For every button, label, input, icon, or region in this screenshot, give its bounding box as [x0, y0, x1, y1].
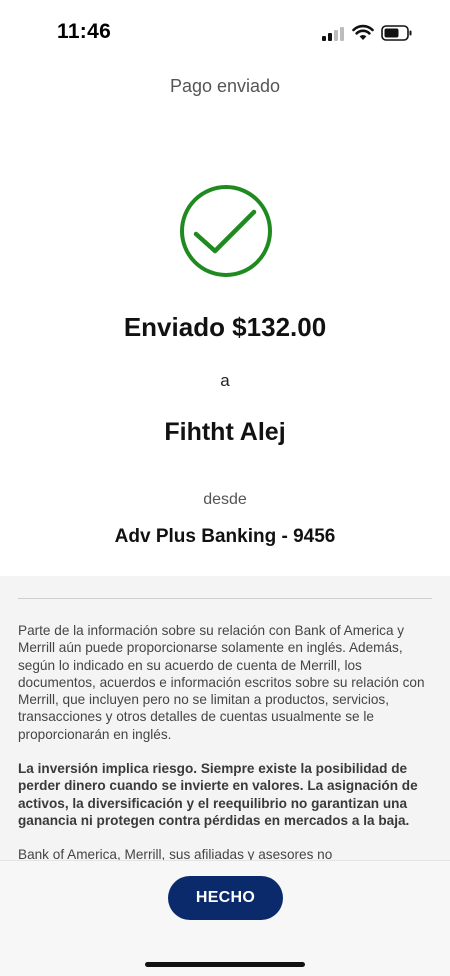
investment-risk-paragraph: La inversión implica riesgo. Siempre exi… — [18, 761, 418, 828]
disclosure-text: Parte de la información sobre su relació… — [18, 622, 434, 860]
disclosure-section[interactable]: Parte de la información sobre su relació… — [0, 576, 450, 860]
status-bar: 11:46 — [0, 0, 450, 62]
footer: HECHO — [0, 860, 450, 976]
done-button[interactable]: HECHO — [168, 876, 283, 920]
status-time: 11:46 — [57, 20, 112, 43]
divider — [18, 598, 432, 599]
recipient-name: Fihtht Alej — [164, 418, 286, 446]
from-label: desde — [203, 491, 247, 508]
battery-icon — [381, 25, 412, 41]
sent-amount: Enviado $132.00 — [123, 312, 327, 342]
page-title: Pago enviado — [169, 76, 281, 96]
wifi-icon — [352, 24, 374, 40]
disclosure-paragraph: Parte de la información sobre su relació… — [18, 623, 425, 742]
checkmark-circle-icon — [180, 185, 272, 277]
to-label: a — [220, 371, 230, 390]
source-account: Adv Plus Banking - 9456 — [114, 526, 336, 547]
cellular-signal-icon — [322, 27, 344, 41]
disclosure-paragraph: Bank of America, Merrill, sus afiliadas … — [18, 847, 333, 860]
home-indicator[interactable] — [145, 962, 305, 967]
